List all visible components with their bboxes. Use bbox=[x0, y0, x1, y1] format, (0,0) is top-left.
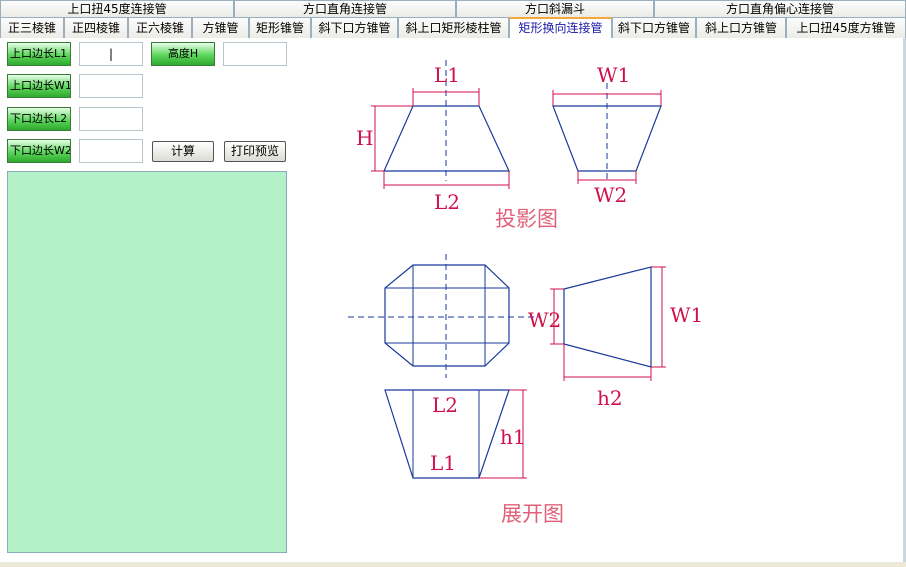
tab-top-4[interactable]: 方口直角偏心连接管 bbox=[654, 0, 906, 17]
tab-top-3[interactable]: 方口斜漏斗 bbox=[456, 0, 654, 17]
tab-5[interactable]: 矩形锥管 bbox=[249, 17, 311, 38]
top-view bbox=[348, 254, 540, 378]
print-preview-button[interactable]: 打印预览 bbox=[224, 141, 286, 162]
tab-3[interactable]: 正六棱锥 bbox=[128, 17, 192, 38]
w1-button[interactable]: 上口边长W1 bbox=[7, 74, 71, 98]
unf-side-shape bbox=[563, 266, 652, 368]
l2-input[interactable] bbox=[79, 107, 143, 131]
tab-11[interactable]: 上口扭45度方锥管 bbox=[786, 17, 906, 38]
octagon-outline bbox=[384, 264, 510, 367]
projection-side-view: W1 W2 bbox=[552, 63, 662, 207]
drawing-canvas: L1 H L2 W1 W2 投影图 W2 W1 h2 L2 L1 h1 展开图 bbox=[348, 60, 703, 526]
tab-8-active[interactable]: 矩形换向连接管 bbox=[509, 17, 612, 38]
tab-top-2[interactable]: 方口直角连接管 bbox=[234, 0, 456, 17]
tab-6[interactable]: 斜下口方锥管 bbox=[311, 17, 398, 38]
w2-input[interactable] bbox=[79, 139, 143, 163]
tab-row-main: 正三棱锥 正四棱锥 正六棱锥 方锥管 矩形锥管 斜下口方锥管 斜上口矩形棱柱管 … bbox=[0, 17, 906, 39]
unf-l1-label: L1 bbox=[430, 451, 456, 475]
tab-panel: 上口边长L1 | 高度H 上口边长W1 下口边长L2 下口边长W2 计算 打印预… bbox=[0, 38, 906, 567]
proj-w2-label: W2 bbox=[594, 183, 627, 207]
window-bottom-edge bbox=[0, 562, 906, 567]
unfolded-side: W2 W1 h2 bbox=[528, 266, 703, 410]
output-area bbox=[7, 171, 287, 553]
h-input[interactable] bbox=[223, 42, 287, 66]
tab-9[interactable]: 斜下口方锥管 bbox=[612, 17, 696, 38]
tab-10[interactable]: 斜上口方锥管 bbox=[696, 17, 786, 38]
tab-2[interactable]: 正四棱锥 bbox=[64, 17, 128, 38]
l1-button[interactable]: 上口边长L1 bbox=[7, 42, 71, 66]
tab-1[interactable]: 正三棱锥 bbox=[0, 17, 64, 38]
unf-l2-label: L2 bbox=[432, 393, 458, 417]
tab-top-1[interactable]: 上口扭45度连接管 bbox=[0, 0, 234, 17]
w2-button[interactable]: 下口边长W2 bbox=[7, 139, 71, 163]
calculate-button[interactable]: 计算 bbox=[152, 141, 214, 162]
proj-l1-label: L1 bbox=[434, 63, 460, 87]
proj-l2-label: L2 bbox=[434, 190, 460, 214]
proj-h-label: H bbox=[356, 126, 373, 150]
projection-front-view: L1 H L2 bbox=[356, 60, 510, 214]
unfolded-front: L2 L1 h1 bbox=[384, 389, 527, 479]
tab-4[interactable]: 方锥管 bbox=[192, 17, 249, 38]
l2-button[interactable]: 下口边长L2 bbox=[7, 107, 71, 131]
proj-w1-label: W1 bbox=[597, 63, 630, 87]
tab-row-top: 上口扭45度连接管 方口直角连接管 方口斜漏斗 方口直角偏心连接管 bbox=[0, 0, 906, 17]
h-button[interactable]: 高度H bbox=[151, 42, 215, 66]
projection-caption: 投影图 bbox=[495, 207, 558, 231]
unf-h1-label: h1 bbox=[500, 425, 526, 449]
unf-w2-label: W2 bbox=[528, 308, 561, 332]
unf-w1-label: W1 bbox=[670, 303, 703, 327]
l1-input[interactable]: | bbox=[79, 42, 143, 66]
tab-7[interactable]: 斜上口矩形棱柱管 bbox=[398, 17, 509, 38]
w1-input[interactable] bbox=[79, 74, 143, 98]
unf-h2-label: h2 bbox=[597, 386, 623, 410]
unfold-caption: 展开图 bbox=[501, 502, 564, 526]
